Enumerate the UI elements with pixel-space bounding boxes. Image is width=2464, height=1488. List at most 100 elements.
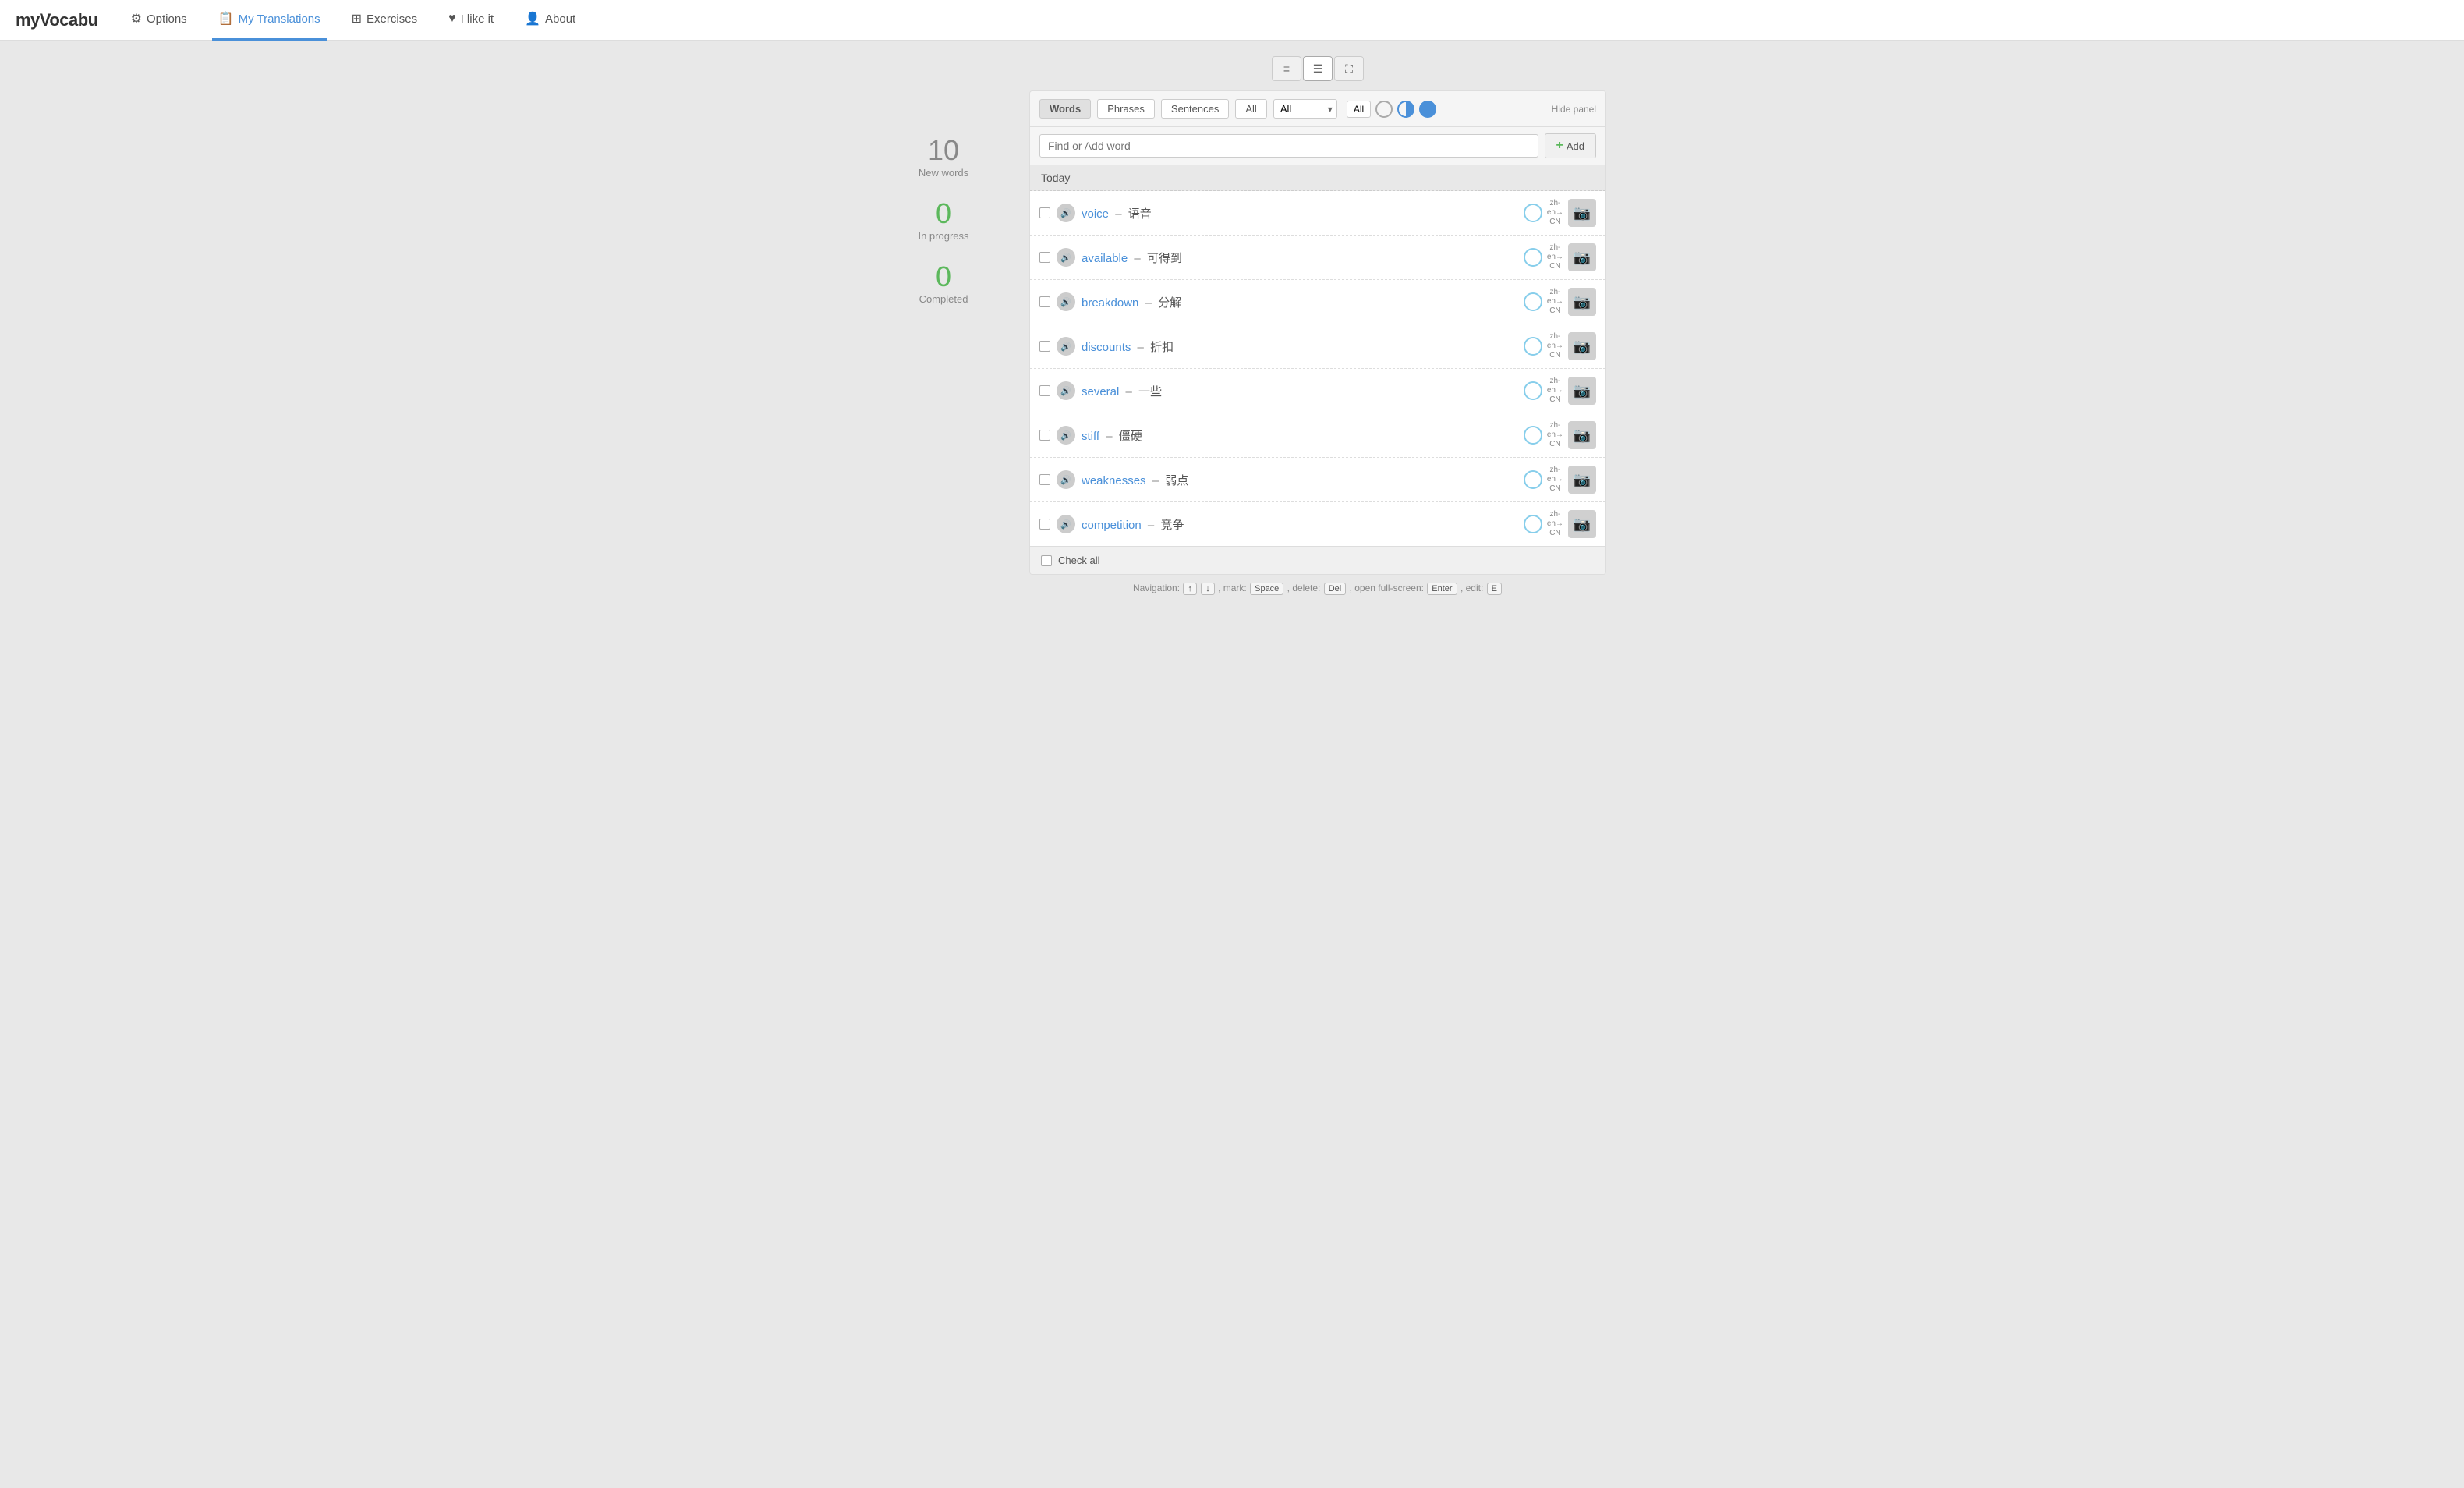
sidebar: 10 New words 0 In progress 0 Completed [858, 56, 1029, 603]
language-select[interactable]: All English Chinese [1273, 99, 1337, 119]
table-row: 🔊 voice – 语音 zh- en→ CN 📷 [1030, 191, 1605, 236]
status-dot-weaknesses[interactable] [1524, 470, 1542, 489]
filter-all-tab[interactable]: All [1235, 99, 1266, 119]
in-progress-label: In progress [858, 230, 1029, 242]
filter-bar: Words Phrases Sentences All All English … [1030, 91, 1605, 127]
camera-button-breakdown[interactable]: 📷 [1568, 288, 1596, 316]
camera-button-voice[interactable]: 📷 [1568, 199, 1596, 227]
filter-sentences-tab[interactable]: Sentences [1161, 99, 1229, 119]
row-checkbox-voice[interactable] [1039, 207, 1050, 218]
camera-button-competition[interactable]: 📷 [1568, 510, 1596, 538]
filter-words-tab[interactable]: Words [1039, 99, 1091, 119]
table-row: 🔊 several – 一些 zh- en→ CN 📷 [1030, 369, 1605, 413]
word-text-discounts: discounts – 折扣 [1082, 338, 1517, 355]
status-dot-available[interactable] [1524, 248, 1542, 267]
word-en-competition: competition [1082, 519, 1142, 532]
filter-phrases-tab[interactable]: Phrases [1097, 99, 1155, 119]
audio-button-breakdown[interactable]: 🔊 [1057, 292, 1075, 311]
app-logo: myVocabu [16, 10, 98, 30]
row-checkbox-weaknesses[interactable] [1039, 474, 1050, 485]
nav-hint-open: , open full-screen: [1350, 583, 1424, 593]
lang-badge-voice: zh- en→ CN [1547, 199, 1563, 227]
status-dot-stiff[interactable] [1524, 426, 1542, 445]
view-toggles: ≡ ☰ ⛶ [1029, 56, 1606, 81]
exercises-icon: ⊞ [352, 11, 362, 27]
new-words-label: New words [858, 167, 1029, 179]
status-half-circle[interactable] [1397, 101, 1414, 118]
status-all-button[interactable]: All [1347, 101, 1371, 118]
row-actions-voice: zh- en→ CN 📷 [1524, 199, 1596, 227]
lang-badge-weaknesses: zh- en→ CN [1547, 466, 1563, 494]
table-row: 🔊 competition – 竞争 zh- en→ CN 📷 [1030, 502, 1605, 546]
person-icon: 👤 [525, 11, 540, 27]
row-checkbox-breakdown[interactable] [1039, 296, 1050, 307]
word-en-several: several [1082, 385, 1119, 399]
row-checkbox-stiff[interactable] [1039, 430, 1050, 441]
gear-icon: ⚙ [131, 11, 142, 27]
nav-hint-mark: , mark: [1218, 583, 1247, 593]
view-list-detail-button[interactable]: ☰ [1303, 56, 1333, 81]
lang-badge-several: zh- en→ CN [1547, 377, 1563, 405]
row-actions-discounts: zh- en→ CN 📷 [1524, 332, 1596, 360]
hide-panel-button[interactable]: Hide panel [1552, 104, 1596, 115]
find-add-word-input[interactable] [1039, 134, 1538, 158]
camera-button-several[interactable]: 📷 [1568, 377, 1596, 405]
word-text-several: several – 一些 [1082, 383, 1517, 399]
add-word-button[interactable]: + Add [1545, 133, 1596, 158]
audio-button-voice[interactable]: 🔊 [1057, 204, 1075, 222]
content-area: ≡ ☰ ⛶ Words Phrases Sentences All All En… [1029, 56, 1606, 603]
camera-button-stiff[interactable]: 📷 [1568, 421, 1596, 449]
row-actions-stiff: zh- en→ CN 📷 [1524, 421, 1596, 449]
today-section-header: Today [1030, 165, 1605, 191]
view-list-simple-button[interactable]: ≡ [1272, 56, 1301, 81]
word-sep-stiff: – [1106, 430, 1112, 443]
nav-exercises-label: Exercises [366, 12, 417, 26]
row-checkbox-available[interactable] [1039, 252, 1050, 263]
camera-button-weaknesses[interactable]: 📷 [1568, 466, 1596, 494]
word-text-available: available – 可得到 [1082, 250, 1517, 266]
status-empty-circle[interactable] [1375, 101, 1393, 118]
audio-button-several[interactable]: 🔊 [1057, 381, 1075, 400]
audio-button-stiff[interactable]: 🔊 [1057, 426, 1075, 445]
up-key-badge: ↑ [1183, 583, 1197, 595]
word-sep-available: – [1134, 252, 1140, 265]
navigation-hint: Navigation: ↑ ↓ , mark: Space , delete: … [1029, 575, 1606, 603]
check-all-checkbox[interactable] [1041, 555, 1052, 566]
audio-button-discounts[interactable]: 🔊 [1057, 337, 1075, 356]
status-dot-voice[interactable] [1524, 204, 1542, 222]
lang-badge-competition: zh- en→ CN [1547, 510, 1563, 538]
check-all-footer: Check all [1030, 546, 1605, 574]
add-button-label: Add [1567, 140, 1584, 152]
header: myVocabu ⚙ Options 📋 My Translations ⊞ E… [0, 0, 2464, 41]
stat-completed: 0 Completed [858, 260, 1029, 305]
nav-about-label: About [545, 12, 575, 26]
camera-button-discounts[interactable]: 📷 [1568, 332, 1596, 360]
edit-key-badge: E [1487, 583, 1502, 595]
audio-button-competition[interactable]: 🔊 [1057, 515, 1075, 533]
nav-exercises[interactable]: ⊞ Exercises [345, 0, 423, 41]
nav-options-label: Options [147, 12, 187, 26]
word-cn-competition: 竞争 [1160, 519, 1184, 532]
status-dot-breakdown[interactable] [1524, 292, 1542, 311]
nav-about[interactable]: 👤 About [519, 0, 582, 41]
row-checkbox-discounts[interactable] [1039, 341, 1050, 352]
nav-hint-delete: , delete: [1287, 583, 1321, 593]
row-checkbox-several[interactable] [1039, 385, 1050, 396]
table-row: 🔊 breakdown – 分解 zh- en→ CN 📷 [1030, 280, 1605, 324]
audio-button-available[interactable]: 🔊 [1057, 248, 1075, 267]
word-text-competition: competition – 竞争 [1082, 516, 1517, 533]
word-sep-weaknesses: – [1152, 474, 1159, 487]
nav-my-translations[interactable]: 📋 My Translations [212, 0, 327, 41]
view-fullscreen-button[interactable]: ⛶ [1334, 56, 1364, 81]
row-checkbox-competition[interactable] [1039, 519, 1050, 530]
camera-button-available[interactable]: 📷 [1568, 243, 1596, 271]
status-dot-competition[interactable] [1524, 515, 1542, 533]
status-full-circle[interactable] [1419, 101, 1436, 118]
nav-options[interactable]: ⚙ Options [125, 0, 193, 41]
status-dot-discounts[interactable] [1524, 337, 1542, 356]
translations-icon: 📋 [218, 11, 234, 27]
audio-button-weaknesses[interactable]: 🔊 [1057, 470, 1075, 489]
status-dot-several[interactable] [1524, 381, 1542, 400]
nav-i-like-it[interactable]: ♥ I like it [442, 0, 500, 41]
table-row: 🔊 weaknesses – 弱点 zh- en→ CN 📷 [1030, 458, 1605, 502]
